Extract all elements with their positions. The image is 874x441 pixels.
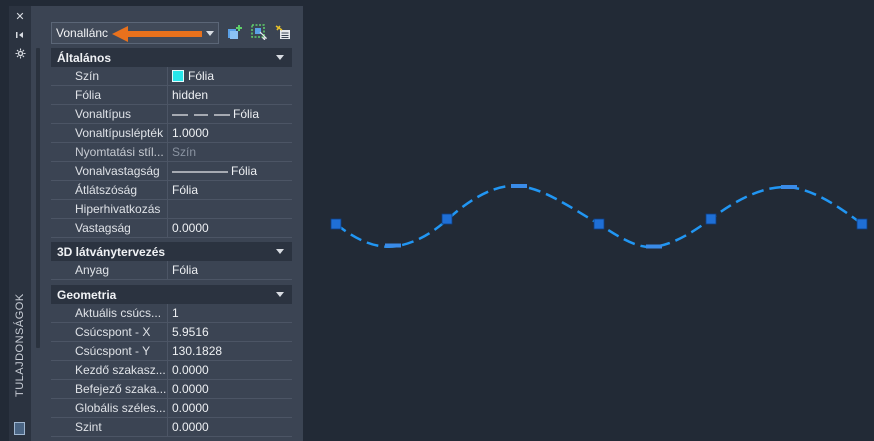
prop-value-text: Fólia — [188, 69, 215, 83]
vertex-grip[interactable] — [705, 213, 717, 225]
prop-label: Nyomtatási stíl... — [51, 143, 168, 161]
highlight-arrow-icon — [112, 26, 202, 42]
prop-value[interactable]: 0.0000 — [172, 380, 290, 398]
prop-row-end-width[interactable]: Befejező szaka... 0.0000 — [51, 380, 292, 399]
prop-row-start-width[interactable]: Kezdő szakasz... 0.0000 — [51, 361, 292, 380]
chevron-down-icon — [206, 31, 214, 36]
prop-row-ltscale[interactable]: Vonaltípuslépték 1.0000 — [51, 124, 292, 143]
prop-value[interactable]: 0.0000 — [172, 361, 290, 379]
prop-row-vertex-y[interactable]: Csúcspont - Y 130.1828 — [51, 342, 292, 361]
prop-value[interactable]: 0.0000 — [172, 219, 290, 237]
palette-title: TULAJDONSÁGOK — [14, 293, 26, 397]
prop-label: Anyag — [51, 261, 168, 279]
midpoint-grip[interactable] — [385, 243, 401, 248]
color-swatch-icon — [172, 70, 184, 82]
drawing-canvas[interactable] — [303, 0, 874, 441]
section-general-title: Általános — [57, 50, 112, 65]
prop-label: Csúcspont - X — [51, 323, 168, 341]
prop-label: Vonalvastagság — [51, 162, 168, 180]
prop-value-text: Fólia — [233, 107, 260, 121]
prop-value[interactable]: Fólia — [172, 261, 290, 279]
object-type-value: Vonallánc — [56, 26, 109, 40]
prop-row-color[interactable]: Szín Fólia — [51, 67, 292, 86]
prop-value[interactable]: 1 — [172, 304, 290, 322]
midpoint-grip[interactable] — [511, 184, 527, 188]
prop-label: Szín — [51, 67, 168, 85]
select-objects-icon[interactable] — [251, 24, 267, 40]
section-3d-visualization[interactable]: 3D látványtervezés — [51, 242, 292, 261]
vertex-grip[interactable] — [593, 218, 605, 230]
midpoint-grip[interactable] — [781, 185, 797, 189]
prop-label: Hiperhivatkozás — [51, 200, 168, 218]
palette-strip: ✕ TULAJDONSÁGOK — [9, 6, 31, 441]
vertex-grip[interactable] — [856, 218, 868, 230]
prop-row-hyperlink[interactable]: Hiperhivatkozás — [51, 200, 292, 219]
linetype-preview-icon — [172, 114, 230, 116]
prop-row-global-width[interactable]: Globális széles... 0.0000 — [51, 399, 292, 418]
prop-label: Globális széles... — [51, 399, 168, 417]
midpoint-grip[interactable] — [646, 244, 662, 249]
prop-row-plotstyle[interactable]: Nyomtatási stíl... Szín — [51, 143, 292, 162]
prop-label: Kezdő szakasz... — [51, 361, 168, 379]
prop-row-elevation[interactable]: Szint 0.0000 — [51, 418, 292, 437]
panel-resize-handle[interactable] — [36, 48, 40, 348]
prop-label: Befejező szaka... — [51, 380, 168, 398]
toggle-pickadd-icon[interactable] — [275, 24, 291, 40]
prop-label: Csúcspont - Y — [51, 342, 168, 360]
prop-label: Vastagság — [51, 219, 168, 237]
prop-value[interactable]: 1.0000 — [172, 124, 290, 142]
prop-row-current-vertex[interactable]: Aktuális csúcs... 1 — [51, 304, 292, 323]
vertex-grip[interactable] — [330, 218, 342, 230]
prop-row-linetype[interactable]: Vonaltípus Fólia — [51, 105, 292, 124]
prop-row-lineweight[interactable]: Vonalvastagság Fólia — [51, 162, 292, 181]
prop-label: Vonaltípuslépték — [51, 124, 168, 142]
prop-row-layer[interactable]: Fólia hidden — [51, 86, 292, 105]
prop-label: Átlátszóság — [51, 181, 168, 199]
prop-row-thickness[interactable]: Vastagság 0.0000 — [51, 219, 292, 238]
prop-label: Aktuális csúcs... — [51, 304, 168, 322]
section-geometry-title: Geometria — [57, 287, 117, 302]
prop-value[interactable]: Fólia — [172, 181, 290, 199]
section-general[interactable]: Általános — [51, 48, 292, 67]
prop-value[interactable]: Szín — [172, 143, 290, 161]
prop-value[interactable]: Fólia — [172, 67, 290, 85]
prop-label: Szint — [51, 418, 168, 436]
collapse-arrow-icon[interactable] — [276, 55, 284, 60]
section-geometry[interactable]: Geometria — [51, 285, 292, 304]
vertex-grip[interactable] — [441, 213, 453, 225]
selected-polyline[interactable] — [335, 184, 863, 249]
close-icon[interactable]: ✕ — [9, 10, 31, 24]
quick-select-icon[interactable] — [227, 24, 243, 40]
collapse-arrow-icon[interactable] — [276, 249, 284, 254]
prop-value[interactable]: 0.0000 — [172, 399, 290, 417]
collapse-icon[interactable] — [9, 28, 31, 42]
prop-row-material[interactable]: Anyag Fólia — [51, 261, 292, 280]
prop-label: Vonaltípus — [51, 105, 168, 123]
prop-value-text: Fólia — [231, 164, 258, 178]
prop-value[interactable] — [172, 200, 290, 218]
prop-value[interactable]: 5.9516 — [172, 323, 290, 341]
prop-value[interactable]: 0.0000 — [172, 418, 290, 436]
properties-icon[interactable] — [14, 422, 25, 435]
prop-value[interactable]: Fólia — [172, 162, 290, 180]
prop-label: Fólia — [51, 86, 168, 104]
settings-icon[interactable] — [9, 46, 31, 60]
prop-row-vertex-x[interactable]: Csúcspont - X 5.9516 — [51, 323, 292, 342]
prop-row-transparency[interactable]: Átlátszóság Fólia — [51, 181, 292, 200]
prop-value[interactable]: Fólia — [172, 105, 290, 123]
section-3d-title: 3D látványtervezés — [57, 244, 166, 259]
collapse-arrow-icon[interactable] — [276, 292, 284, 297]
lineweight-preview-icon — [172, 171, 228, 173]
prop-value[interactable]: 130.1828 — [172, 342, 290, 360]
prop-value[interactable]: hidden — [172, 86, 290, 104]
